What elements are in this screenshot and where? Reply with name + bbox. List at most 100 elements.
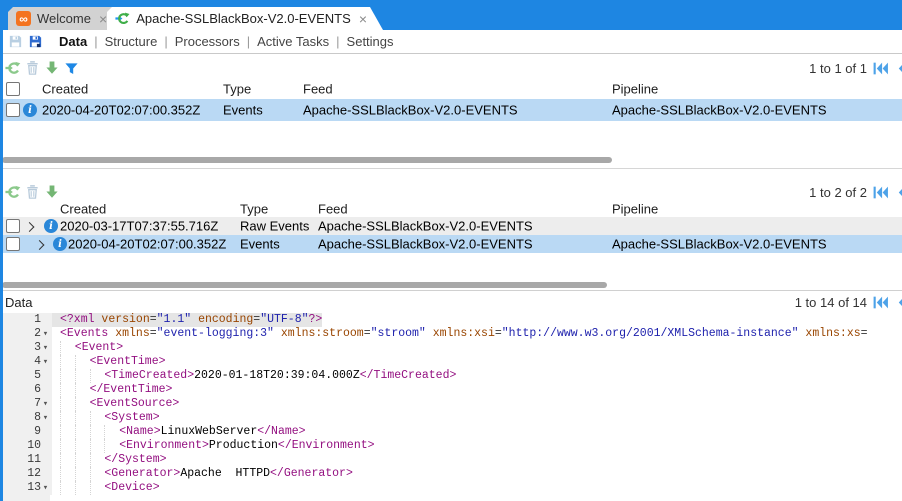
horizontal-scrollbar[interactable] [2, 282, 607, 288]
code-token [60, 453, 75, 467]
line-gutter: 3 ▾ [3, 341, 52, 355]
code-token: <EventSource> [89, 397, 180, 410]
fold-arrow-icon[interactable]: ▾ [41, 341, 50, 355]
code-token: xmlns:xs [805, 327, 861, 340]
process-icon[interactable] [5, 184, 21, 200]
row-checkbox[interactable] [6, 237, 20, 251]
fold-arrow-icon[interactable]: ▾ [41, 327, 50, 341]
first-page-icon[interactable] [872, 184, 889, 201]
fold-arrow-icon[interactable]: ▾ [41, 355, 50, 369]
delete-icon[interactable] [25, 184, 40, 200]
column-header-type[interactable]: Type [223, 82, 251, 97]
fold-arrow-icon[interactable]: ▾ [41, 411, 50, 425]
previous-page-icon[interactable] [894, 60, 902, 77]
data-panel-pagination: 1 to 14 of 14 [795, 291, 902, 313]
table-row[interactable]: 2020-04-20T02:07:00.352Z Events Apache-SSL… [0, 235, 902, 253]
code-token: xmlns [115, 327, 150, 340]
save-as-icon[interactable] [28, 34, 43, 49]
code-token [74, 411, 90, 425]
code-text: <Device> [52, 481, 160, 495]
info-icon[interactable] [23, 103, 37, 117]
cell-type: Raw Events [240, 218, 310, 234]
first-page-icon[interactable] [872, 294, 889, 311]
expand-chevron-icon[interactable] [34, 237, 45, 252]
code-line: 12 <Generator>Apache HTTPD</Generator> [3, 467, 902, 481]
select-all-checkbox[interactable] [6, 82, 20, 96]
code-token [60, 439, 75, 453]
column-header-feed[interactable]: Feed [303, 82, 333, 97]
process-icon[interactable] [5, 60, 21, 76]
code-token: = [860, 327, 868, 340]
download-icon[interactable] [44, 60, 60, 76]
tab-label: Apache-SSLBlackBox-V2.0-EVENTS [136, 11, 351, 26]
menu-item-processors[interactable]: Processors [175, 34, 240, 49]
tab-apache-sslblackbox-events[interactable]: Apache-SSLBlackBox-V2.0-EVENTS × [107, 7, 383, 30]
code-token [74, 355, 90, 369]
close-tab-icon[interactable]: × [359, 12, 367, 26]
code-line: 13 ▾ <Device> [3, 481, 902, 495]
code-line: 4 ▾ <EventTime> [3, 355, 902, 369]
menu-item-structure[interactable]: Structure [105, 34, 158, 49]
previous-page-icon[interactable] [894, 294, 902, 311]
xml-code-editor[interactable]: 1 <?xml version="1.1" encoding="UTF-8"?> 2… [3, 313, 902, 501]
code-token [74, 481, 90, 495]
data-panel-header: Data [3, 290, 902, 313]
pipeline-icon [115, 10, 130, 27]
column-header-pipeline[interactable]: Pipeline [612, 201, 658, 216]
code-token [74, 425, 90, 439]
table-row[interactable]: 2020-03-17T07:37:55.716Z Raw Events Apache… [0, 217, 902, 235]
previous-page-icon[interactable] [894, 184, 902, 201]
window-left-edge [0, 0, 3, 501]
info-icon[interactable] [53, 237, 67, 251]
code-line: 3 ▾ <Event> [3, 341, 902, 355]
line-number: 8 [34, 411, 41, 424]
download-icon[interactable] [44, 184, 60, 200]
line-gutter: 13 ▾ [3, 481, 52, 495]
column-header-feed[interactable]: Feed [318, 201, 348, 216]
code-token: </EventTime> [89, 383, 173, 396]
menu-item-active-tasks[interactable]: Active Tasks [257, 34, 329, 49]
code-lines: 1 <?xml version="1.1" encoding="UTF-8"?> 2… [3, 313, 902, 495]
line-gutter: 5 [3, 369, 52, 383]
cell-created: 2020-03-17T07:37:55.716Z [60, 218, 219, 234]
code-token: Production [208, 439, 278, 452]
code-token [60, 467, 75, 481]
code-text: <TimeCreated>2020-01-18T20:39:04.000Z</T… [52, 369, 456, 383]
line-gutter: 4 ▾ [3, 355, 52, 369]
code-token: <Event> [74, 341, 124, 354]
filter-icon[interactable] [64, 61, 79, 76]
part-table-pagination: 1 to 2 of 2 [809, 181, 902, 203]
close-tab-icon[interactable]: × [99, 12, 107, 26]
part-table-toolbar [3, 181, 60, 203]
fold-arrow-icon[interactable]: ▾ [41, 397, 50, 411]
save-icon[interactable] [8, 34, 23, 49]
menu-item-data[interactable]: Data [59, 34, 87, 49]
code-token: <TimeCreated> [104, 369, 195, 382]
line-number: 13 [27, 481, 41, 494]
stream-table-toolbar [3, 57, 79, 79]
line-gutter: 2 ▾ [3, 327, 52, 341]
menu-item-settings[interactable]: Settings [347, 34, 394, 49]
line-gutter: 1 [3, 313, 52, 327]
code-text: <EventTime> [52, 355, 166, 369]
code-text: </EventTime> [52, 383, 172, 397]
row-checkbox[interactable] [6, 219, 20, 233]
column-header-type[interactable]: Type [240, 201, 268, 216]
expand-chevron-icon[interactable] [24, 219, 35, 234]
row-checkbox[interactable] [6, 103, 20, 117]
chevron-right-icon [34, 240, 45, 250]
fold-arrow-icon[interactable]: ▾ [41, 481, 50, 495]
column-header-created[interactable]: Created [60, 201, 106, 216]
cell-type: Events [240, 236, 280, 252]
column-header-pipeline[interactable]: Pipeline [612, 82, 658, 97]
column-header-created[interactable]: Created [42, 82, 88, 97]
first-page-icon[interactable] [872, 60, 889, 77]
info-icon[interactable] [44, 219, 58, 233]
code-token: </TimeCreated> [359, 369, 457, 382]
table-row[interactable]: 2020-04-20T02:07:00.352Z Events Apache-SSL… [0, 99, 902, 121]
code-text: <Generator>Apache HTTPD</Generator> [52, 467, 353, 481]
code-token [89, 439, 105, 453]
horizontal-scrollbar[interactable] [2, 157, 612, 163]
delete-icon[interactable] [25, 60, 40, 76]
